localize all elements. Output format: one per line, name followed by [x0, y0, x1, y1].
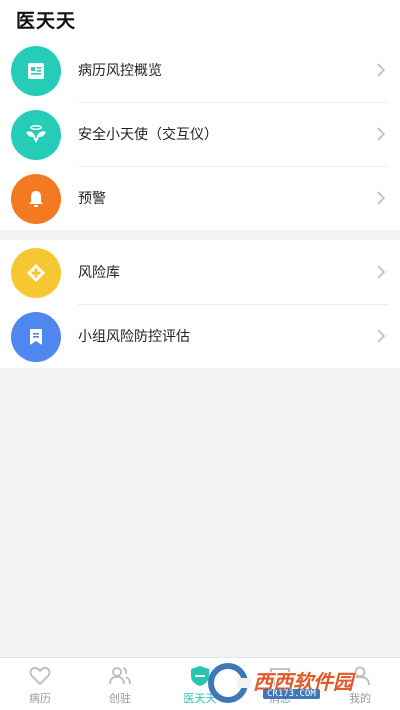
- chevron-right-icon: [377, 265, 386, 279]
- menu-item-label: 小组风险防控评估: [78, 329, 190, 345]
- plus-cross-icon: [11, 248, 61, 298]
- menu-item-label: 病历风控概览: [78, 63, 162, 79]
- menu-item-safety-angel[interactable]: 安全小天使（交互仪）: [0, 102, 400, 166]
- angel-icon: [11, 110, 61, 160]
- menu-item-record-overview[interactable]: 病历风控概览: [0, 38, 400, 102]
- menu-group-secondary: 风险库 小组风险防控评估: [0, 240, 400, 368]
- chevron-right-icon: [377, 329, 386, 343]
- tab-label: 创驻: [109, 692, 131, 705]
- heart-icon: [29, 666, 51, 686]
- chevron-right-icon: [377, 63, 386, 77]
- menu-item-label: 安全小天使（交互仪）: [78, 127, 218, 143]
- menu-item-label: 预警: [78, 191, 106, 207]
- bell-icon: [11, 174, 61, 224]
- people-icon: [109, 667, 131, 685]
- watermark-subtext: CR173.COM: [263, 689, 320, 699]
- tab-records[interactable]: 病历: [0, 658, 80, 710]
- watermark: 西西软件园 CR173.COM: [205, 662, 390, 704]
- watermark-logo-icon: [208, 663, 251, 703]
- bookmark-icon: [11, 312, 61, 362]
- menu-item-warning[interactable]: 预警: [0, 166, 400, 230]
- menu-item-group-risk-assessment[interactable]: 小组风险防控评估: [0, 304, 400, 368]
- menu-item-risk-library[interactable]: 风险库: [0, 240, 400, 304]
- page-title: 医天天: [16, 10, 77, 32]
- menu-item-label: 风险库: [78, 265, 120, 281]
- app-header: 医天天: [0, 0, 400, 38]
- chevron-right-icon: [377, 127, 386, 141]
- menu-group-primary: 病历风控概览 安全小天使（交互仪） 预警: [0, 38, 400, 230]
- tab-station[interactable]: 创驻: [80, 658, 160, 710]
- chevron-right-icon: [377, 191, 386, 205]
- tab-label: 病历: [29, 692, 51, 705]
- document-icon: [11, 46, 61, 96]
